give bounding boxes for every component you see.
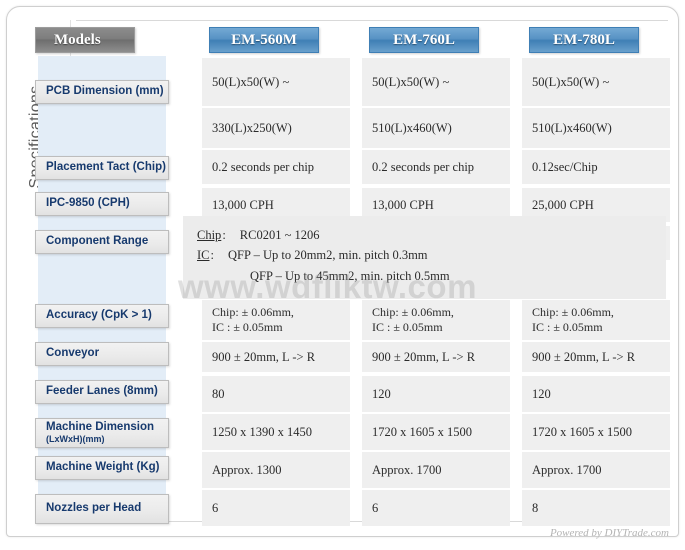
value-cell-r7-c2: 900 ± 20mm, L -> R (362, 342, 510, 372)
value-cell-r8-c1: 80 (202, 376, 350, 412)
spec-label-row-3: Placement Tact (Chip) (35, 156, 169, 180)
value-text: 25,000 CPH (532, 198, 594, 212)
value-text: 330(L)x250(W) (212, 121, 292, 135)
value-cell-r3-c1: 0.2 seconds per chip (202, 150, 350, 184)
value-text: 80 (212, 387, 225, 401)
value-cell-r9-c3: 1720 x 1605 x 1500 (522, 414, 670, 450)
spec-label-row-1: PCB Dimension (mm) (35, 80, 169, 104)
spec-label-text: Placement Tact (Chip) (46, 161, 166, 174)
note-line-1: Chip: RC0201 ~ 1206 (197, 225, 666, 245)
value-text: 50(L)x50(W) ~ (532, 75, 610, 89)
spec-label-row-7: Conveyor (35, 342, 169, 366)
value-cell-r1-c1: 50(L)x50(W) ~ (202, 58, 350, 106)
spec-label-text: Conveyor (46, 347, 100, 360)
value-text: 50(L)x50(W) ~ (212, 75, 290, 89)
value-cell-r8-c3: 120 (522, 376, 670, 412)
value-cell-r1-c2: 50(L)x50(W) ~ (362, 58, 510, 106)
spec-label-row-5: Component Range (35, 230, 169, 254)
value-text: IC : ± 0.05mm (532, 320, 603, 334)
footer-credit: Powered by DIYTrade.com (549, 527, 669, 539)
note-line-2: IC: QFP – Up to 20mm2, min. pitch 0.3mm (197, 245, 666, 265)
value-cell-r10-c1: Approx. 1300 (202, 452, 350, 488)
value-text: 1250 x 1390 x 1450 (212, 425, 312, 439)
spec-label-row-8: Feeder Lanes (8mm) (35, 380, 169, 404)
spec-label-row-9: Machine Dimension (LxWxH)(mm) (35, 418, 169, 448)
value-cell-r6-c2: Chip: ± 0.06mm, IC : ± 0.05mm (362, 300, 510, 340)
spec-label-subtext: (LxWxH)(mm) (46, 434, 105, 445)
value-text: 50(L)x50(W) ~ (372, 75, 450, 89)
value-text: Approx. 1700 (532, 463, 602, 477)
value-cell-r6-c1: Chip: ± 0.06mm, IC : ± 0.05mm (202, 300, 350, 340)
value-text: 900 ± 20mm, L -> R (372, 350, 476, 364)
value-text: 13,000 CPH (372, 198, 434, 212)
value-text: 1720 x 1605 x 1500 (372, 425, 472, 439)
component-range-note-panel: Chip: RC0201 ~ 1206 IC: QFP – Up to 20mm2, … (183, 216, 666, 299)
value-cell-r2-c3: 510(L)x460(W) (522, 108, 670, 148)
value-text: 900 ± 20mm, L -> R (212, 350, 316, 364)
value-cell-r6-c3: Chip: ± 0.06mm, IC : ± 0.05mm (522, 300, 670, 340)
value-cell-r10-c3: Approx. 1700 (522, 452, 670, 488)
value-cell-r9-c2: 1720 x 1605 x 1500 (362, 414, 510, 450)
value-cell-r11-c2: 6 (362, 490, 510, 526)
value-cell-r8-c2: 120 (362, 376, 510, 412)
spec-label-text: PCB Dimension (mm) (46, 85, 164, 98)
value-cell-r11-c3: 8 (522, 490, 670, 526)
spec-label-row-10: Machine Weight (Kg) (35, 456, 169, 480)
value-cell-r1-c3: 50(L)x50(W) ~ (522, 58, 670, 106)
value-cell-r7-c1: 900 ± 20mm, L -> R (202, 342, 350, 372)
header-column-1[interactable]: EM-560M (209, 27, 319, 53)
header-column-3[interactable]: EM-780L (529, 27, 639, 53)
value-text: 510(L)x460(W) (532, 121, 612, 135)
value-text: 120 (372, 387, 391, 401)
value-cell-r7-c3: 900 ± 20mm, L -> R (522, 342, 670, 372)
spec-label-text: Accuracy (CpK > 1) (46, 309, 152, 322)
note-line-3: QFP – Up to 45mm2, min. pitch 0.5mm (197, 266, 666, 286)
spec-label-row-6: Accuracy (CpK > 1) (35, 304, 169, 328)
note-key: IC (197, 248, 210, 263)
value-text: Approx. 1300 (212, 463, 282, 477)
value-text: 6 (212, 501, 219, 515)
header-column-2[interactable]: EM-760L (369, 27, 479, 53)
note-value: QFP – Up to 20mm2, min. pitch 0.3mm (227, 248, 428, 263)
spec-label-row-4: IPC-9850 (CPH) (35, 192, 169, 216)
note-value: RC0201 ~ 1206 (239, 228, 320, 242)
value-text: 0.2 seconds per chip (212, 160, 315, 174)
value-text: 0.12sec/Chip (532, 160, 598, 174)
value-text: Chip: ± 0.06mm, (372, 304, 454, 319)
spec-label-row-11: Nozzles per Head (35, 494, 169, 524)
header-models-label: Models (35, 27, 135, 53)
value-text: IC : ± 0.05mm (212, 320, 283, 334)
note-value: QFP – Up to 45mm2, min. pitch 0.5mm (250, 268, 450, 283)
spec-label-text: Machine Weight (Kg) (46, 461, 160, 474)
spec-label-text: Feeder Lanes (8mm) (46, 385, 158, 398)
value-cell-r10-c2: Approx. 1700 (362, 452, 510, 488)
note-key: Chip (197, 228, 222, 242)
value-text: Chip: ± 0.06mm, (212, 304, 294, 319)
note-colon: : (222, 228, 226, 242)
value-cell-r3-c2: 0.2 seconds per chip (362, 150, 510, 184)
note-colon: : (210, 248, 214, 263)
value-text: 120 (532, 387, 551, 401)
value-text: 8 (532, 501, 539, 515)
value-cell-r11-c1: 6 (202, 490, 350, 526)
value-text: 6 (372, 501, 379, 515)
value-text: 13,000 CPH (212, 198, 274, 212)
value-cell-r2-c1: 330(L)x250(W) (202, 108, 350, 148)
spec-label-text: Machine Dimension (46, 420, 154, 433)
spec-label-text: IPC-9850 (CPH) (46, 197, 130, 210)
spec-label-text: Nozzles per Head (46, 502, 142, 515)
value-text: 510(L)x460(W) (372, 121, 452, 135)
value-cell-r3-c3: 0.12sec/Chip (522, 150, 670, 184)
value-cell-r2-c2: 510(L)x460(W) (362, 108, 510, 148)
value-cell-r9-c1: 1250 x 1390 x 1450 (202, 414, 350, 450)
value-text: 1720 x 1605 x 1500 (532, 425, 632, 439)
value-text: 0.2 seconds per chip (372, 160, 475, 174)
value-text: 900 ± 20mm, L -> R (532, 350, 636, 364)
spec-label-text: Component Range (46, 235, 149, 248)
value-text: IC : ± 0.05mm (372, 320, 443, 334)
value-text: Approx. 1700 (372, 463, 442, 477)
value-text: Chip: ± 0.06mm, (532, 304, 614, 319)
